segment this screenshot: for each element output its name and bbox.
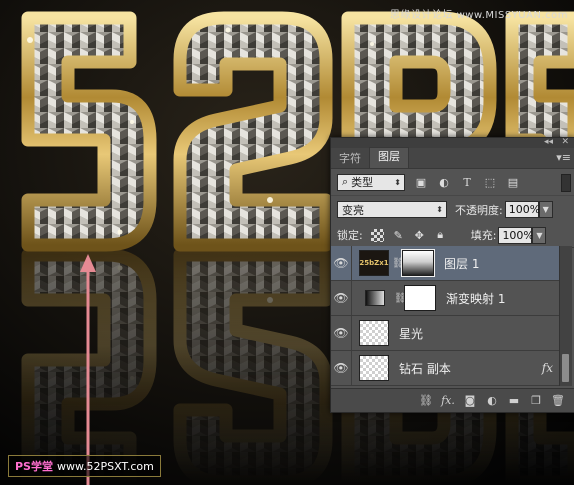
panel-titlebar[interactable]: ◂◂ ✕ [331,137,574,148]
new-layer-icon[interactable]: ❐ [525,394,547,407]
layer-row[interactable]: 👁︎ 钻石 副本 fx [331,351,559,386]
link-chain-icon[interactable]: ⛓︎ [392,258,405,269]
layer-row[interactable]: 👁︎ 星光 [331,316,559,351]
visibility-eye-icon[interactable]: 👁︎ [331,281,352,315]
smart-object-filter-icon[interactable]: ▤ [506,175,520,189]
gradient-map-adjustment-icon [365,290,385,306]
adjustment-filter-icon[interactable]: ◐ [437,175,451,189]
blend-mode-value: 变亮 [342,203,364,217]
lock-move-icon[interactable]: ✥ [413,229,426,242]
lock-all-icon[interactable]: 🔒︎ [434,228,447,242]
fill-label: 填充: [470,229,497,242]
opacity-dropdown-icon[interactable]: ▼ [538,201,553,218]
layer-row[interactable]: 👁︎ 25bZx1 ⛓︎ 图层 1 [331,246,559,281]
link-layers-icon[interactable]: ⛓︎ [415,394,437,407]
layers-panel: ◂◂ ✕ 字符 图层 ▾≡ ⌕ 类型 ⬍ ▣ ◐ T ⬚ ▤ 变亮 ⬍ 不透明度… [330,137,574,413]
tab-layers[interactable]: 图层 [369,147,409,168]
panel-menu-icon[interactable]: ▾≡ [556,151,571,164]
opacity-field[interactable]: 100% [504,201,540,218]
image-filter-icon[interactable]: ▣ [414,175,428,189]
folder-icon[interactable]: ▬ [503,394,525,407]
shape-filter-icon[interactable]: ⬚ [483,175,497,189]
chevron-updown-icon: ⬍ [394,177,401,187]
visibility-eye-icon[interactable]: 👁︎ [331,316,352,350]
type-filter-icon[interactable]: T [460,175,474,189]
lock-transparency-icon[interactable] [370,228,384,242]
layer-name: 星光 [399,326,424,341]
layer-thumbnail: 25bZx1 [359,250,389,276]
layer-mask-thumbnail[interactable] [404,285,436,311]
layer-thumbnail [359,320,389,346]
watermark-bottom: PS学堂 www.52PSXT.com [8,455,161,477]
panel-tabs: 字符 图层 ▾≡ [331,147,574,169]
chevron-updown-icon: ⬍ [436,205,443,214]
scrollbar-thumb[interactable] [562,354,569,382]
layer-name: 钻石 副本 [399,361,451,376]
layer-name: 渐变映射 1 [446,291,506,306]
layer-name: 图层 1 [444,256,480,271]
add-mask-icon[interactable]: ◙ [459,394,481,407]
trash-icon[interactable]: 🗑︎ [547,394,569,407]
fill-field[interactable]: 100% [498,226,534,244]
lock-label: 锁定: [337,229,363,242]
layer-mask-thumbnail[interactable] [401,249,435,277]
layers-scrollbar[interactable] [559,246,572,386]
layers-list: 👁︎ 25bZx1 ⛓︎ 图层 1 👁︎ ⛓︎ 渐变映射 1 👁︎ 星光 👁︎ … [331,246,559,386]
opacity-label: 不透明度: [455,203,503,217]
blend-row: 变亮 ⬍ 不透明度: 100% ▼ [331,196,574,223]
filter-kind-value: 类型 [351,176,374,189]
lock-brush-icon[interactable]: ✎ [392,229,405,242]
visibility-eye-icon[interactable]: 👁︎ [331,351,352,385]
link-chain-icon[interactable]: ⛓︎ [394,293,407,304]
visibility-eye-icon[interactable]: 👁︎ [331,246,352,280]
filter-row: ⌕ 类型 ⬍ ▣ ◐ T ⬚ ▤ [331,169,574,196]
layer-row[interactable]: 👁︎ ⛓︎ 渐变映射 1 [331,281,559,316]
panel-footer: ⛓︎ fx. ◙ ◐ ▬ ❐ 🗑︎ [331,388,574,412]
filter-toggle[interactable] [561,174,571,192]
fill-dropdown-icon[interactable]: ▼ [532,226,547,244]
collapse-icon[interactable]: ◂◂ [544,137,553,147]
layer-effects-icon[interactable]: fx [542,361,553,375]
tab-character[interactable]: 字符 [331,150,369,168]
fx-icon[interactable]: fx. [437,394,459,407]
adjustment-icon[interactable]: ◐ [481,394,503,407]
watermark-top: 思缘设计论坛 www.MISSYUAN.com [389,10,568,21]
watermark-ps-label: PS学堂 [15,460,53,473]
filter-kind-select[interactable]: ⌕ 类型 ⬍ [337,173,405,191]
close-panel-icon[interactable]: ✕ [561,137,569,147]
watermark-site: www.52PSXT.com [56,460,154,473]
layer-thumbnail [359,355,389,381]
search-icon: ⌕ [342,175,349,188]
lock-row: 锁定: ✎ ✥ 🔒︎ 填充: 100% ▼ [331,223,574,248]
blend-mode-select[interactable]: 变亮 ⬍ [337,201,447,218]
